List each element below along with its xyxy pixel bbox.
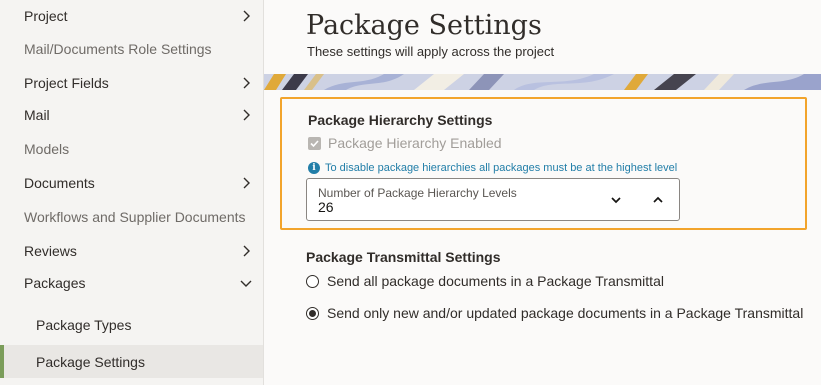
chevron-down-icon — [239, 276, 253, 290]
package-hierarchy-section: Package Hierarchy Settings Package Hiera… — [280, 97, 807, 230]
radio-label: Send all package documents in a Package … — [327, 273, 664, 289]
chevron-right-icon — [239, 76, 253, 90]
sidebar-item-workflows-supplier-documents[interactable]: Workflows and Supplier Documents — [0, 201, 263, 233]
sidebar: Project Mail/Documents Role Settings Pro… — [0, 0, 264, 385]
sidebar-item-label: Documents — [24, 175, 95, 191]
sidebar-item-label: Package Settings — [36, 353, 145, 370]
chevron-right-icon — [239, 244, 253, 258]
sidebar-item-package-types[interactable]: Package Types — [0, 309, 263, 341]
sidebar-item-label: Models — [24, 141, 70, 157]
hierarchy-levels-stepper[interactable]: Number of Package Hierarchy Levels 26 — [306, 178, 680, 221]
stepper-label: Number of Package Hierarchy Levels — [318, 186, 517, 200]
radio-selected-icon — [306, 306, 319, 320]
sidebar-item-label: Mail — [24, 107, 50, 123]
info-icon: i — [308, 162, 320, 174]
checkbox-checked-icon — [308, 136, 321, 150]
sidebar-item-packages[interactable]: Packages — [0, 267, 263, 299]
radio-send-all[interactable]: Send all package documents in a Package … — [306, 273, 664, 289]
chevron-down-icon — [611, 197, 621, 204]
chevron-right-icon — [239, 108, 253, 122]
sidebar-item-label: Project Fields — [24, 75, 109, 91]
checkbox-label: Package Hierarchy Enabled — [328, 135, 502, 151]
sidebar-item-label: Packages — [24, 275, 86, 291]
sidebar-item-label: Workflows and Supplier Documents — [24, 209, 246, 225]
chevron-right-icon — [239, 176, 253, 190]
radio-unselected-icon — [306, 274, 319, 288]
decorative-banner — [264, 74, 821, 90]
sidebar-item-documents[interactable]: Documents — [0, 167, 263, 199]
sidebar-item-label: Project — [24, 8, 68, 24]
sidebar-item-mail-documents-role-settings[interactable]: Mail/Documents Role Settings — [0, 33, 263, 65]
sidebar-item-models[interactable]: Models — [0, 133, 263, 165]
sidebar-item-label: Reviews — [24, 243, 77, 259]
increment-button[interactable] — [645, 187, 671, 213]
stepper-value[interactable]: 26 — [318, 199, 334, 215]
main-content: Package Settings These settings will app… — [264, 0, 821, 385]
app-root: Project Mail/Documents Role Settings Pro… — [0, 0, 821, 385]
radio-send-new-updated[interactable]: Send only new and/or updated package doc… — [306, 305, 803, 321]
sidebar-item-label: Mail/Documents Role Settings — [24, 41, 212, 57]
section-title: Package Hierarchy Settings — [308, 112, 493, 128]
transmittal-section-title: Package Transmittal Settings — [306, 249, 501, 265]
sidebar-item-project-fields[interactable]: Project Fields — [0, 67, 263, 99]
sidebar-item-package-settings[interactable]: Package Settings — [0, 345, 263, 378]
chevron-right-icon — [239, 9, 253, 23]
sidebar-item-mail[interactable]: Mail — [0, 99, 263, 131]
sidebar-item-project[interactable]: Project — [0, 0, 263, 32]
info-text: To disable package hierarchies all packa… — [325, 162, 678, 174]
sidebar-item-reviews[interactable]: Reviews — [0, 235, 263, 267]
radio-label: Send only new and/or updated package doc… — [327, 305, 804, 321]
decrement-button[interactable] — [603, 187, 629, 213]
page-title: Package Settings — [306, 10, 542, 41]
info-message: i To disable package hierarchies all pac… — [308, 162, 677, 174]
package-hierarchy-enabled-checkbox[interactable]: Package Hierarchy Enabled — [308, 135, 502, 151]
page-subtitle: These settings will apply across the pro… — [307, 44, 555, 59]
sidebar-item-label: Package Types — [36, 317, 132, 333]
chevron-up-icon — [653, 196, 663, 203]
